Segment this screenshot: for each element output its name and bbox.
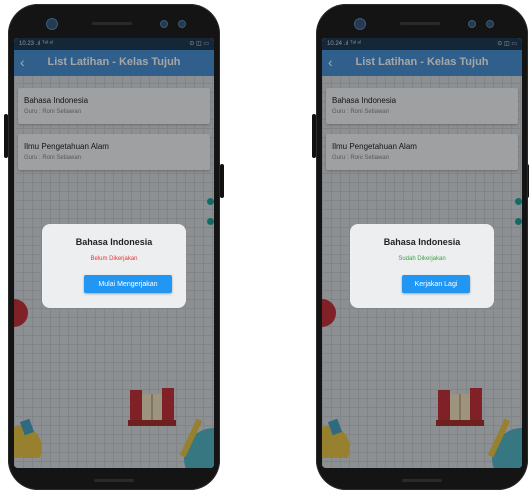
phone-bottom-bezel xyxy=(94,479,134,482)
dialog-status: Belum Dikerjakan xyxy=(90,256,138,262)
app-screen: 10.23 .ıl ᵀᵃˡ ᵃˡ ⊙ ◫ ▭ ‹ List Latihan - … xyxy=(14,38,214,468)
sensor-icon xyxy=(486,20,494,28)
dialog-title: Bahasa Indonesia xyxy=(75,237,153,247)
phone-frame-left: 10.23 .ıl ᵀᵃˡ ᵃˡ ⊙ ◫ ▭ ‹ List Latihan - … xyxy=(4,4,224,490)
front-camera-icon xyxy=(46,18,58,30)
front-camera-icon xyxy=(354,18,366,30)
app-screen: 10.24 .ıl ᵀᵃˡ ᵃˡ ⊙ ◫ ▭ ‹ List Latihan - … xyxy=(322,38,522,468)
phone-top-bezel xyxy=(316,14,528,34)
sensor-icon xyxy=(468,20,476,28)
speaker-grill xyxy=(400,22,440,25)
phone-top-bezel xyxy=(8,14,220,34)
phone-bottom-bezel xyxy=(402,479,442,482)
power-button xyxy=(220,164,224,198)
volume-button xyxy=(4,114,8,158)
exercise-dialog: Bahasa Indonesia Belum Dikerjakan Mulai … xyxy=(42,224,186,308)
speaker-grill xyxy=(92,22,132,25)
exercise-dialog: Bahasa Indonesia Sudah Dikerjakan Kerjak… xyxy=(350,224,494,308)
redo-exercise-button[interactable]: Kerjakan Lagi xyxy=(402,275,470,293)
sensor-icon xyxy=(178,20,186,28)
dialog-status: Sudah Dikerjakan xyxy=(398,256,446,262)
phone-frame-right: 10.24 .ıl ᵀᵃˡ ᵃˡ ⊙ ◫ ▭ ‹ List Latihan - … xyxy=(312,4,529,490)
dialog-title: Bahasa Indonesia xyxy=(383,237,461,247)
start-exercise-button[interactable]: Mulai Mengerjakan xyxy=(84,275,172,293)
sensor-icon xyxy=(160,20,168,28)
volume-button xyxy=(312,114,316,158)
